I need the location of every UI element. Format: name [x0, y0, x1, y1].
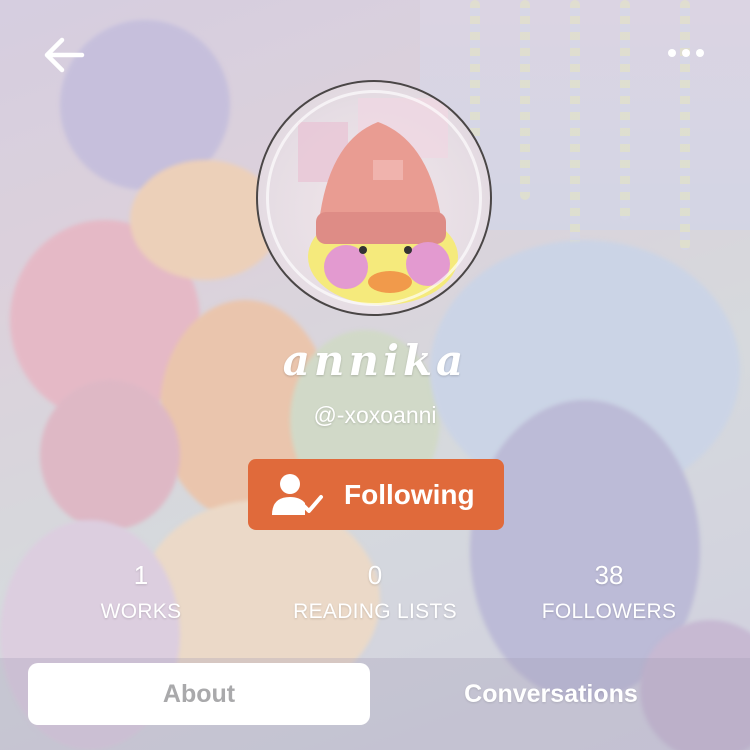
stat-reading-lists[interactable]: 0 READING LISTS	[260, 560, 490, 626]
profile-display-name: annika	[282, 336, 468, 385]
stat-value: 38	[594, 560, 624, 590]
tab-about[interactable]: About	[28, 663, 370, 725]
avatar-ring	[266, 90, 482, 306]
stat-label: WORKS	[100, 600, 182, 623]
stat-works[interactable]: 1 WORKS	[26, 560, 256, 626]
back-arrow-icon	[44, 37, 85, 73]
tab-conversations[interactable]: Conversations	[390, 663, 712, 725]
more-horizontal-icon	[668, 49, 704, 57]
following-button-label: Following	[344, 479, 475, 510]
stat-value: 1	[133, 560, 149, 590]
profile-avatar	[256, 80, 492, 316]
stat-value: 0	[367, 560, 383, 590]
back-button[interactable]	[40, 30, 90, 80]
tab-about-label: About	[162, 680, 236, 708]
profile-username: @-xoxoanni	[313, 402, 437, 428]
stat-label: FOLLOWERS	[541, 600, 677, 623]
stat-label: READING LISTS	[293, 600, 457, 623]
tab-conversations-label: Conversations	[464, 680, 638, 708]
user-check-icon	[272, 474, 323, 515]
more-options-button[interactable]	[664, 38, 714, 68]
following-button[interactable]: Following	[248, 459, 504, 530]
stat-followers[interactable]: 38 FOLLOWERS	[494, 560, 724, 626]
